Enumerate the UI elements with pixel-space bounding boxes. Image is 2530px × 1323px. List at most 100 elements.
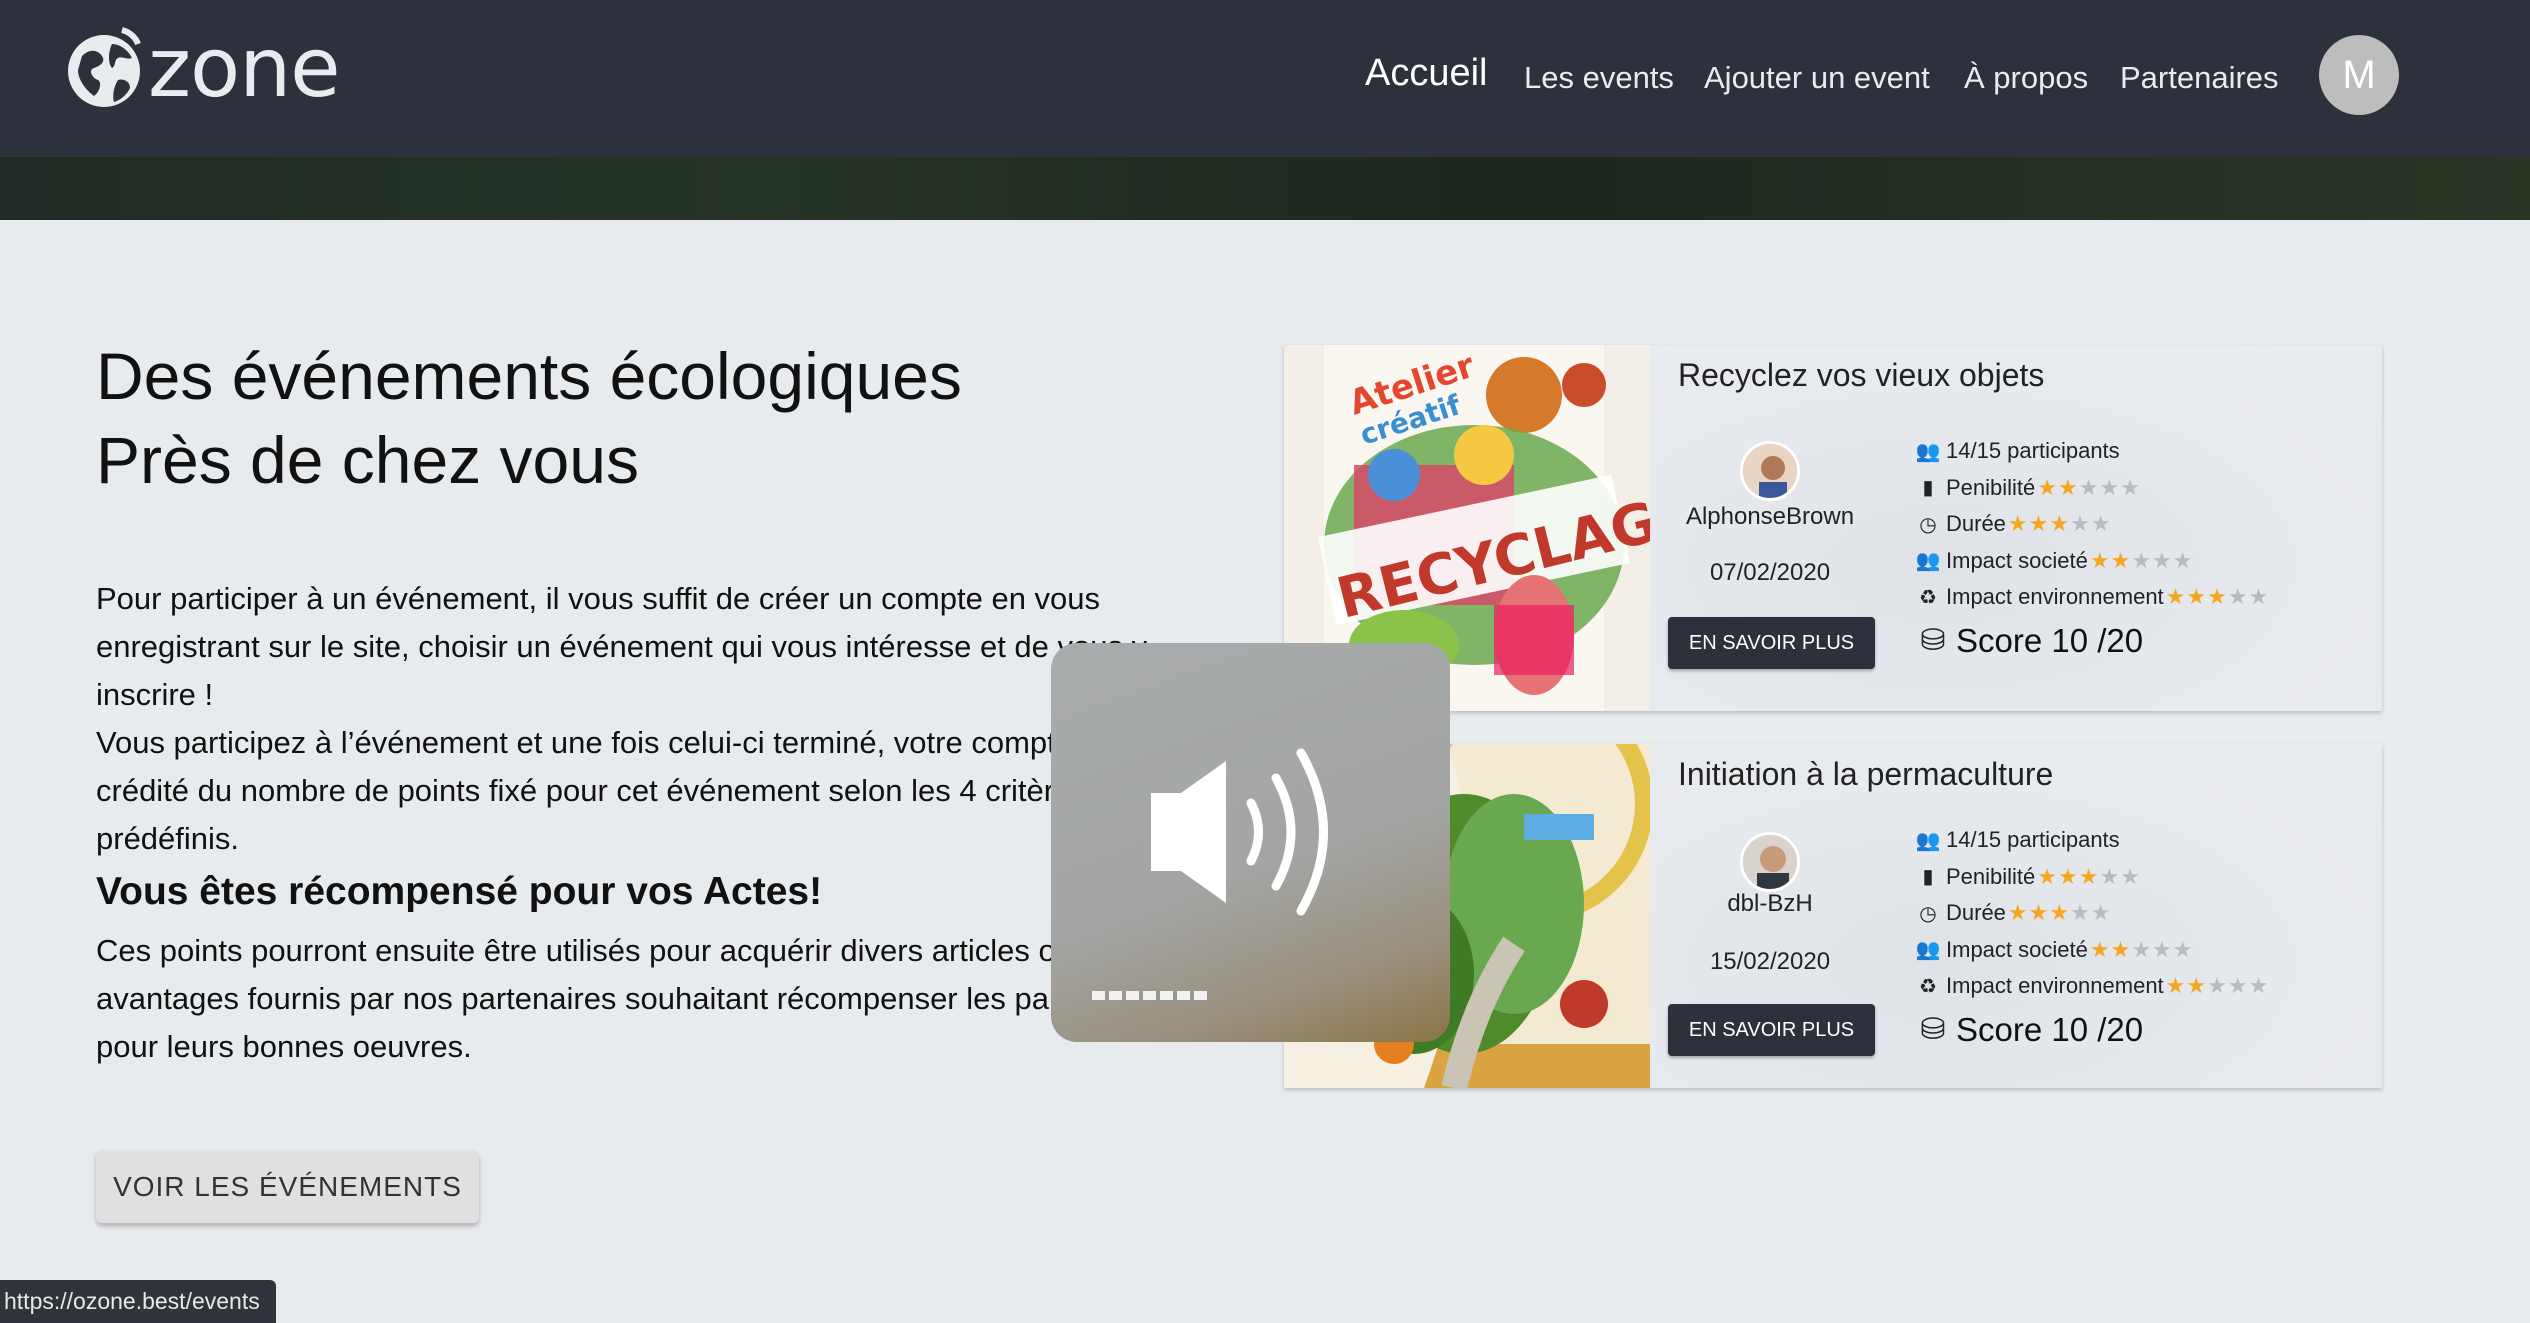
event-author: AlphonseBrown — [1685, 503, 1855, 530]
star-filled-icon: ★ — [2058, 863, 2079, 889]
star-filled-icon: ★ — [2007, 900, 2029, 926]
more-info-button[interactable]: EN SAVOIR PLUS — [1668, 617, 1875, 669]
event-score: Score 10 /20 — [1956, 621, 2144, 659]
penibilite-rating: ★★★★★ — [2037, 475, 2141, 501]
star-filled-icon: ★ — [2078, 863, 2100, 889]
duree-label: Durée — [1946, 900, 2006, 926]
coins-icon: ⛁ — [1920, 624, 1946, 657]
speaker-volume-icon — [1151, 748, 1328, 916]
participants-count: 14/15 participants — [1946, 827, 2120, 853]
ozone-logo[interactable]: zone — [64, 21, 341, 116]
star-filled-icon: ★ — [2089, 547, 2111, 573]
star-filled-icon: ★ — [2165, 973, 2187, 999]
impact-societe-rating: ★★★★★ — [2090, 937, 2194, 963]
author-avatar — [1740, 441, 1800, 501]
event-title[interactable]: Initiation à la permaculture — [1678, 756, 2053, 793]
volume-level-bar — [1092, 991, 1207, 1000]
star-empty-icon: ★ — [2120, 474, 2141, 500]
partners-paragraph: Ces points pourront ensuite être utilisé… — [96, 933, 1174, 1064]
people-icon: 👥 — [1915, 440, 1941, 463]
event-card: Atelier créatif RECYCLAGE Recyclez vos v… — [1284, 345, 2382, 711]
impact-env-rating: ★★★★★ — [2166, 973, 2270, 999]
star-empty-icon: ★ — [2152, 547, 2173, 573]
nav-accueil[interactable]: Accueil — [1365, 52, 1488, 95]
star-empty-icon: ★ — [2120, 863, 2141, 889]
volume-overlay — [1051, 643, 1450, 1042]
bar-chart-icon: ▮ — [1922, 477, 1934, 500]
star-filled-icon: ★ — [2207, 584, 2228, 610]
star-empty-icon: ★ — [2131, 547, 2153, 573]
community-icon: 👥 — [1915, 550, 1941, 573]
intro-paragraph: Pour participer à un événement, il vous … — [96, 581, 1148, 712]
see-events-button[interactable]: VOIR LES ÉVÉNEMENTS — [96, 1150, 479, 1223]
event-author: dbl-BzH — [1727, 890, 1813, 917]
hero-image-strip — [0, 157, 2530, 220]
people-icon: 👥 — [1915, 829, 1941, 852]
penibilite-label: Penibilité — [1946, 474, 2036, 500]
coins-icon: ⛁ — [1920, 1013, 1946, 1046]
event-title[interactable]: Recyclez vos vieux objets — [1678, 357, 2044, 394]
globe-logo-icon — [68, 27, 141, 107]
star-filled-icon: ★ — [2165, 584, 2187, 610]
duree-label: Durée — [1946, 511, 2006, 537]
star-empty-icon: ★ — [2248, 973, 2270, 999]
impact-societe-rating: ★★★★★ — [2090, 548, 2194, 574]
duree-rating: ★★★★★ — [2008, 511, 2112, 537]
star-empty-icon: ★ — [2070, 511, 2091, 537]
star-empty-icon: ★ — [2172, 547, 2194, 573]
star-filled-icon: ★ — [2058, 474, 2079, 500]
star-filled-icon: ★ — [2049, 900, 2071, 926]
event-date: 15/02/2020 — [1709, 948, 1831, 975]
top-navbar: zone Accueil Les events Ajouter un event… — [0, 0, 2530, 157]
nav-les-events[interactable]: Les events — [1524, 60, 1674, 96]
star-filled-icon: ★ — [2110, 547, 2132, 573]
star-filled-icon: ★ — [2186, 584, 2208, 610]
impact-env-rating: ★★★★★ — [2166, 584, 2270, 610]
star-filled-icon: ★ — [2037, 474, 2059, 500]
impact-env-label: Impact environnement — [1946, 584, 2164, 610]
nav-partenaires[interactable]: Partenaires — [2120, 60, 2279, 96]
points-paragraph: Vous participez à l’événement et une foi… — [96, 725, 1142, 856]
star-empty-icon: ★ — [2099, 474, 2121, 500]
star-empty-icon: ★ — [2090, 900, 2112, 926]
page-heading: Des événements écologiques Près de chez … — [96, 334, 962, 502]
star-empty-icon: ★ — [2131, 936, 2153, 962]
nav-ajouter-un-event[interactable]: Ajouter un event — [1704, 60, 1930, 96]
star-filled-icon: ★ — [2028, 900, 2050, 926]
duree-rating: ★★★★★ — [2008, 900, 2112, 926]
star-empty-icon: ★ — [2227, 973, 2249, 999]
impact-societe-label: Impact societé — [1946, 936, 2088, 962]
status-bar-url: https://ozone.best/events — [0, 1280, 276, 1323]
star-empty-icon: ★ — [2070, 900, 2091, 926]
more-info-button[interactable]: EN SAVOIR PLUS — [1668, 1004, 1875, 1056]
star-empty-icon: ★ — [2248, 584, 2270, 610]
event-score: Score 10 /20 — [1956, 1010, 2144, 1048]
heading-line-2: Près de chez vous — [96, 423, 639, 497]
event-stats: 👥 14/15 participants ▮ Penibilité ★★★★★ ◷ Du… — [1916, 433, 2269, 660]
star-filled-icon: ★ — [2089, 936, 2111, 962]
star-empty-icon: ★ — [2090, 511, 2112, 537]
star-empty-icon: ★ — [2152, 936, 2173, 962]
star-filled-icon: ★ — [2028, 511, 2050, 537]
star-filled-icon: ★ — [2007, 511, 2029, 537]
event-date: 07/02/2020 — [1709, 559, 1831, 586]
recycle-icon: ♻ — [1919, 586, 1937, 609]
star-filled-icon: ★ — [2110, 936, 2132, 962]
logo-text: zone — [148, 21, 341, 116]
author-avatar — [1740, 832, 1800, 892]
user-avatar[interactable]: M — [2319, 35, 2399, 115]
reward-heading: Vous êtes récompensé pour vos Actes! — [96, 870, 823, 913]
star-empty-icon: ★ — [2172, 936, 2194, 962]
heading-line-1: Des événements écologiques — [96, 339, 962, 413]
star-empty-icon: ★ — [2078, 474, 2100, 500]
star-filled-icon: ★ — [2049, 511, 2071, 537]
participants-count: 14/15 participants — [1946, 438, 2120, 464]
penibilite-rating: ★★★★★ — [2037, 864, 2141, 890]
star-empty-icon: ★ — [2207, 973, 2228, 999]
nav-a-propos[interactable]: À propos — [1964, 60, 2088, 96]
community-icon: 👥 — [1915, 939, 1941, 962]
star-filled-icon: ★ — [2037, 863, 2059, 889]
bar-chart-icon: ▮ — [1922, 866, 1934, 889]
star-empty-icon: ★ — [2227, 584, 2249, 610]
star-filled-icon: ★ — [2186, 973, 2208, 999]
